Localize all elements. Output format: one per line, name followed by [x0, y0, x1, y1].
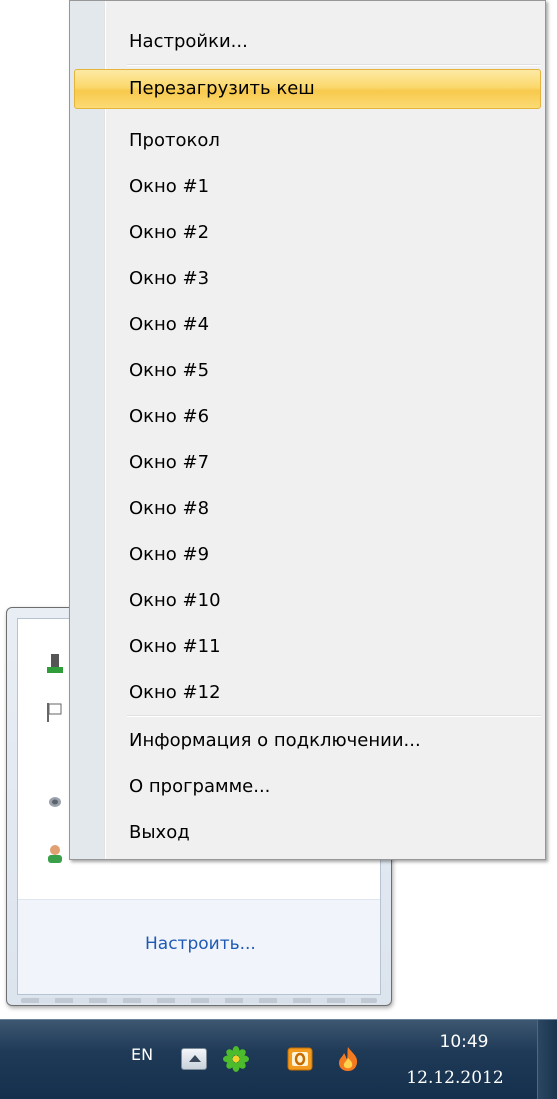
show-hidden-icons-button[interactable] [181, 1048, 207, 1070]
taskbar: EN 10:49 12.12.2012 [0, 1019, 557, 1099]
menu-item-connection-info[interactable]: Информация о подключении... [74, 721, 541, 761]
menu-item-label: Информация о подключении... [129, 730, 421, 751]
menu-separator [127, 715, 541, 716]
menu-item-window-8[interactable]: Окно #8 [74, 489, 541, 529]
network-icon[interactable] [46, 653, 64, 675]
clock-time[interactable]: 10:49 [423, 1032, 505, 1052]
menu-item-label: Окно #3 [129, 268, 210, 289]
menu-item-window-5[interactable]: Окно #5 [74, 351, 541, 391]
menu-item-window-4[interactable]: Окно #4 [74, 305, 541, 345]
user-icon[interactable] [46, 843, 64, 865]
menu-item-label: Окно #7 [129, 452, 210, 473]
menu-item-window-2[interactable]: Окно #2 [74, 213, 541, 253]
menu-item-about[interactable]: О программе... [74, 767, 541, 807]
flyout-bottom-strip [21, 998, 377, 1003]
volume-icon[interactable] [46, 791, 64, 813]
show-desktop-button[interactable] [537, 1020, 557, 1099]
menu-item-label: Окно #6 [129, 406, 210, 427]
menu-item-reload-cache[interactable]: Перезагрузить кеш [74, 69, 541, 109]
menu-item-exit[interactable]: Выход [74, 813, 541, 853]
menu-item-label: Окно #12 [129, 682, 221, 703]
menu-item-window-7[interactable]: Окно #7 [74, 443, 541, 483]
menu-separator [127, 64, 541, 65]
menu-item-protocol[interactable]: Протокол [74, 121, 541, 161]
menu-item-window-10[interactable]: Окно #10 [74, 581, 541, 621]
menu-item-label: Окно #2 [129, 222, 210, 243]
menu-item-label: Окно #5 [129, 360, 210, 381]
menu-item-settings[interactable]: Настройки... [74, 22, 541, 62]
customize-link[interactable]: Настроить... [145, 934, 256, 954]
language-indicator[interactable]: EN [131, 1045, 153, 1064]
menu-item-label: Протокол [129, 130, 220, 151]
flame-icon[interactable] [334, 1045, 362, 1073]
menu-item-label: Окно #4 [129, 314, 210, 335]
menu-item-label: Выход [129, 822, 190, 843]
menu-item-window-6[interactable]: Окно #6 [74, 397, 541, 437]
menu-item-label: Окно #8 [129, 498, 210, 519]
flag-icon[interactable] [46, 701, 64, 723]
outlook-icon[interactable] [286, 1045, 314, 1073]
menu-item-label: Перезагрузить кеш [129, 78, 315, 99]
menu-item-label: Окно #9 [129, 544, 210, 565]
menu-item-window-3[interactable]: Окно #3 [74, 259, 541, 299]
tray-context-menu: Настройки... Перезагрузить кеш Протокол … [69, 0, 546, 860]
menu-item-window-1[interactable]: Окно #1 [74, 167, 541, 207]
menu-item-label: Настройки... [129, 31, 248, 52]
menu-item-label: Окно #1 [129, 176, 210, 197]
menu-item-label: Окно #10 [129, 590, 221, 611]
clock-date[interactable]: 12.12.2012 [395, 1068, 515, 1088]
icq-icon[interactable] [222, 1045, 250, 1073]
menu-item-window-11[interactable]: Окно #11 [74, 627, 541, 667]
menu-item-window-9[interactable]: Окно #9 [74, 535, 541, 575]
flyout-footer: Настроить... [18, 899, 380, 994]
menu-item-window-12[interactable]: Окно #12 [74, 673, 541, 713]
menu-item-label: Окно #11 [129, 636, 221, 657]
menu-item-label: О программе... [129, 776, 271, 797]
